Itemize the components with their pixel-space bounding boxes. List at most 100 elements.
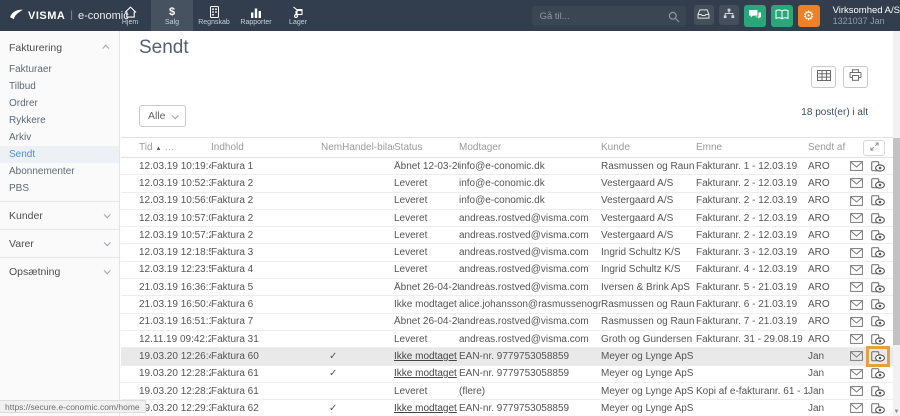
- table-row[interactable]: 12.03.19 10:52:33Faktura 2Leveretinfo@e-…: [121, 175, 893, 192]
- sidebar-item-arkiv[interactable]: Arkiv: [0, 129, 119, 146]
- chevron-down-icon: [171, 112, 178, 119]
- table-row[interactable]: 12.03.19 12:23:53Faktura 4Leveretandreas…: [121, 262, 893, 279]
- sidebar-item-ordrer[interactable]: Ordrer: [0, 95, 119, 112]
- table-row[interactable]: 12.03.19 10:57:26Faktura 2Leveretandreas…: [121, 227, 893, 244]
- table-view-button[interactable]: [811, 66, 836, 88]
- column-menu-icon[interactable]: …: [164, 142, 175, 153]
- sidebar-section-fakturering[interactable]: Fakturering: [0, 38, 119, 57]
- send-email-icon[interactable]: [850, 334, 863, 345]
- view-document-icon[interactable]: [871, 368, 885, 379]
- column-header-indhold[interactable]: Indhold: [211, 142, 321, 153]
- send-email-icon[interactable]: [850, 299, 863, 310]
- send-email-icon[interactable]: [850, 178, 863, 189]
- chat-button[interactable]: [744, 5, 766, 27]
- column-header-sendt-af[interactable]: Sendt af: [808, 142, 848, 153]
- inbox-button[interactable]: [694, 5, 714, 25]
- vertical-scrollbar[interactable]: ▼: [893, 31, 900, 416]
- nav-regnskab[interactable]: Regnskab: [193, 0, 235, 31]
- filter-dropdown[interactable]: Alle: [139, 105, 186, 127]
- view-document-icon[interactable]: [871, 351, 885, 362]
- view-document-icon[interactable]: [871, 247, 885, 258]
- send-email-icon[interactable]: [850, 351, 863, 362]
- table-row[interactable]: 19.03.20 12:28:23Faktura 61✓Ikke modtage…: [121, 366, 893, 383]
- table-row[interactable]: 12.03.19 10:56:02Faktura 2Leveretinfo@e-…: [121, 193, 893, 210]
- help-book-button[interactable]: [771, 5, 793, 27]
- table-row[interactable]: 19.03.20 12:26:45Faktura 60✓Ikke modtage…: [121, 348, 893, 365]
- sidebar-item-abonnementer[interactable]: Abonnementer: [0, 163, 119, 180]
- send-email-icon[interactable]: [850, 247, 863, 258]
- view-document-icon[interactable]: [871, 213, 885, 224]
- sidebar-item-sendt[interactable]: Sendt: [0, 146, 119, 163]
- table-row[interactable]: 19.03.20 12:28:24Faktura 61Leveret(flere…: [121, 383, 893, 400]
- send-email-icon[interactable]: [850, 403, 863, 414]
- nav-salg[interactable]: $ Salg: [151, 0, 193, 31]
- view-document-icon[interactable]: [871, 264, 885, 275]
- settings-button[interactable]: ⚙: [798, 5, 820, 27]
- table-row[interactable]: 12.11.19 09:42:28Faktura 31Leveretandrea…: [121, 331, 893, 348]
- send-email-icon[interactable]: [850, 230, 863, 241]
- table-row[interactable]: 21.03.19 16:50:43Faktura 6Ikke modtageta…: [121, 296, 893, 313]
- nav-lager[interactable]: Lager: [277, 0, 319, 31]
- send-email-icon[interactable]: [850, 368, 863, 379]
- open-book-icon: [775, 9, 789, 22]
- visma-logo[interactable]: VISMA | e-conomic: [0, 7, 109, 25]
- view-document-icon[interactable]: [871, 334, 885, 345]
- chevron-down-icon: [104, 239, 111, 246]
- nemhandel-check-icon: ✓: [321, 403, 394, 414]
- nav-rapporter[interactable]: Rapporter: [235, 0, 277, 31]
- search-input[interactable]: [532, 6, 686, 26]
- print-button[interactable]: [843, 66, 868, 88]
- cell-modtager: EAN-nr. 9779753058859: [459, 403, 601, 414]
- table-row[interactable]: 12.03.19 10:19:41Faktura 1Åbnet 12-03-20…: [121, 158, 893, 175]
- column-header-kunde[interactable]: Kunde: [601, 142, 696, 153]
- sidebar-item-tilbud[interactable]: Tilbud: [0, 78, 119, 95]
- send-email-icon[interactable]: [850, 161, 863, 172]
- scrollbar-thumb[interactable]: [893, 138, 900, 345]
- view-document-icon[interactable]: [871, 299, 885, 310]
- table-row[interactable]: 21.03.19 16:36:11Faktura 5Åbnet 26-04-20…: [121, 279, 893, 296]
- nav-hjem[interactable]: Hjem: [109, 0, 151, 31]
- view-document-icon[interactable]: [871, 230, 885, 241]
- scroll-down-arrow-icon[interactable]: ▼: [893, 409, 900, 415]
- column-header-emne[interactable]: Emne: [696, 142, 808, 153]
- view-document-icon[interactable]: [871, 282, 885, 293]
- table-row[interactable]: 19.03.20 12:29:36Faktura 62✓Ikke modtage…: [121, 400, 893, 416]
- sidebar-item-rykkere[interactable]: Rykkere: [0, 112, 119, 129]
- table-row[interactable]: 21.03.19 16:51:16Faktura 7Åbnet 26-04-20…: [121, 314, 893, 331]
- view-document-icon[interactable]: [871, 178, 885, 189]
- record-count-link[interactable]: 18 post(er) i alt: [801, 107, 868, 118]
- send-email-icon[interactable]: [850, 316, 863, 327]
- view-document-icon[interactable]: [871, 195, 885, 206]
- sidebar-section-opsaetning[interactable]: Opsætning: [0, 262, 119, 281]
- status-link[interactable]: Ikke modtaget: [394, 368, 457, 379]
- send-email-icon[interactable]: [850, 264, 863, 275]
- nav-label: Salg: [165, 19, 179, 26]
- column-header-tid[interactable]: Tid▲…: [139, 142, 211, 153]
- column-header-modtager[interactable]: Modtager: [459, 142, 601, 153]
- sidebar-section-varer[interactable]: Varer: [0, 234, 119, 253]
- gear-icon: ⚙: [803, 9, 815, 22]
- table-row[interactable]: 12.03.19 12:18:52Faktura 3Leveretandreas…: [121, 244, 893, 261]
- sidebar-item-pbs[interactable]: PBS: [0, 180, 119, 197]
- status-link[interactable]: Ikke modtaget: [394, 403, 457, 414]
- view-document-icon[interactable]: [871, 403, 885, 414]
- view-document-icon[interactable]: [871, 386, 885, 397]
- column-header-status[interactable]: Status: [394, 142, 459, 153]
- send-email-icon[interactable]: [850, 213, 863, 224]
- apps-button[interactable]: [719, 5, 739, 25]
- sidebar-section-kunder[interactable]: Kunder: [0, 206, 119, 225]
- send-email-icon[interactable]: [850, 386, 863, 397]
- status-text: Leveret: [394, 230, 427, 241]
- column-header-nemhandel[interactable]: NemHandel-bilag: [321, 142, 394, 153]
- account-info[interactable]: Virksomhed A/S 1321037 Jan: [833, 5, 900, 27]
- sidebar-item-fakturaer[interactable]: Fakturaer: [0, 61, 119, 78]
- view-document-icon[interactable]: [871, 161, 885, 172]
- send-email-icon[interactable]: [850, 195, 863, 206]
- expand-table-button[interactable]: [863, 140, 885, 156]
- visma-swoosh-icon: [9, 7, 24, 25]
- view-document-icon[interactable]: [871, 316, 885, 327]
- status-link[interactable]: Ikke modtaget: [394, 351, 457, 362]
- send-email-icon[interactable]: [850, 282, 863, 293]
- cell-emne: Fakturanr. 5 - 21.03.19: [696, 282, 808, 293]
- table-row[interactable]: 12.03.19 10:57:01Faktura 2Leveretandreas…: [121, 210, 893, 227]
